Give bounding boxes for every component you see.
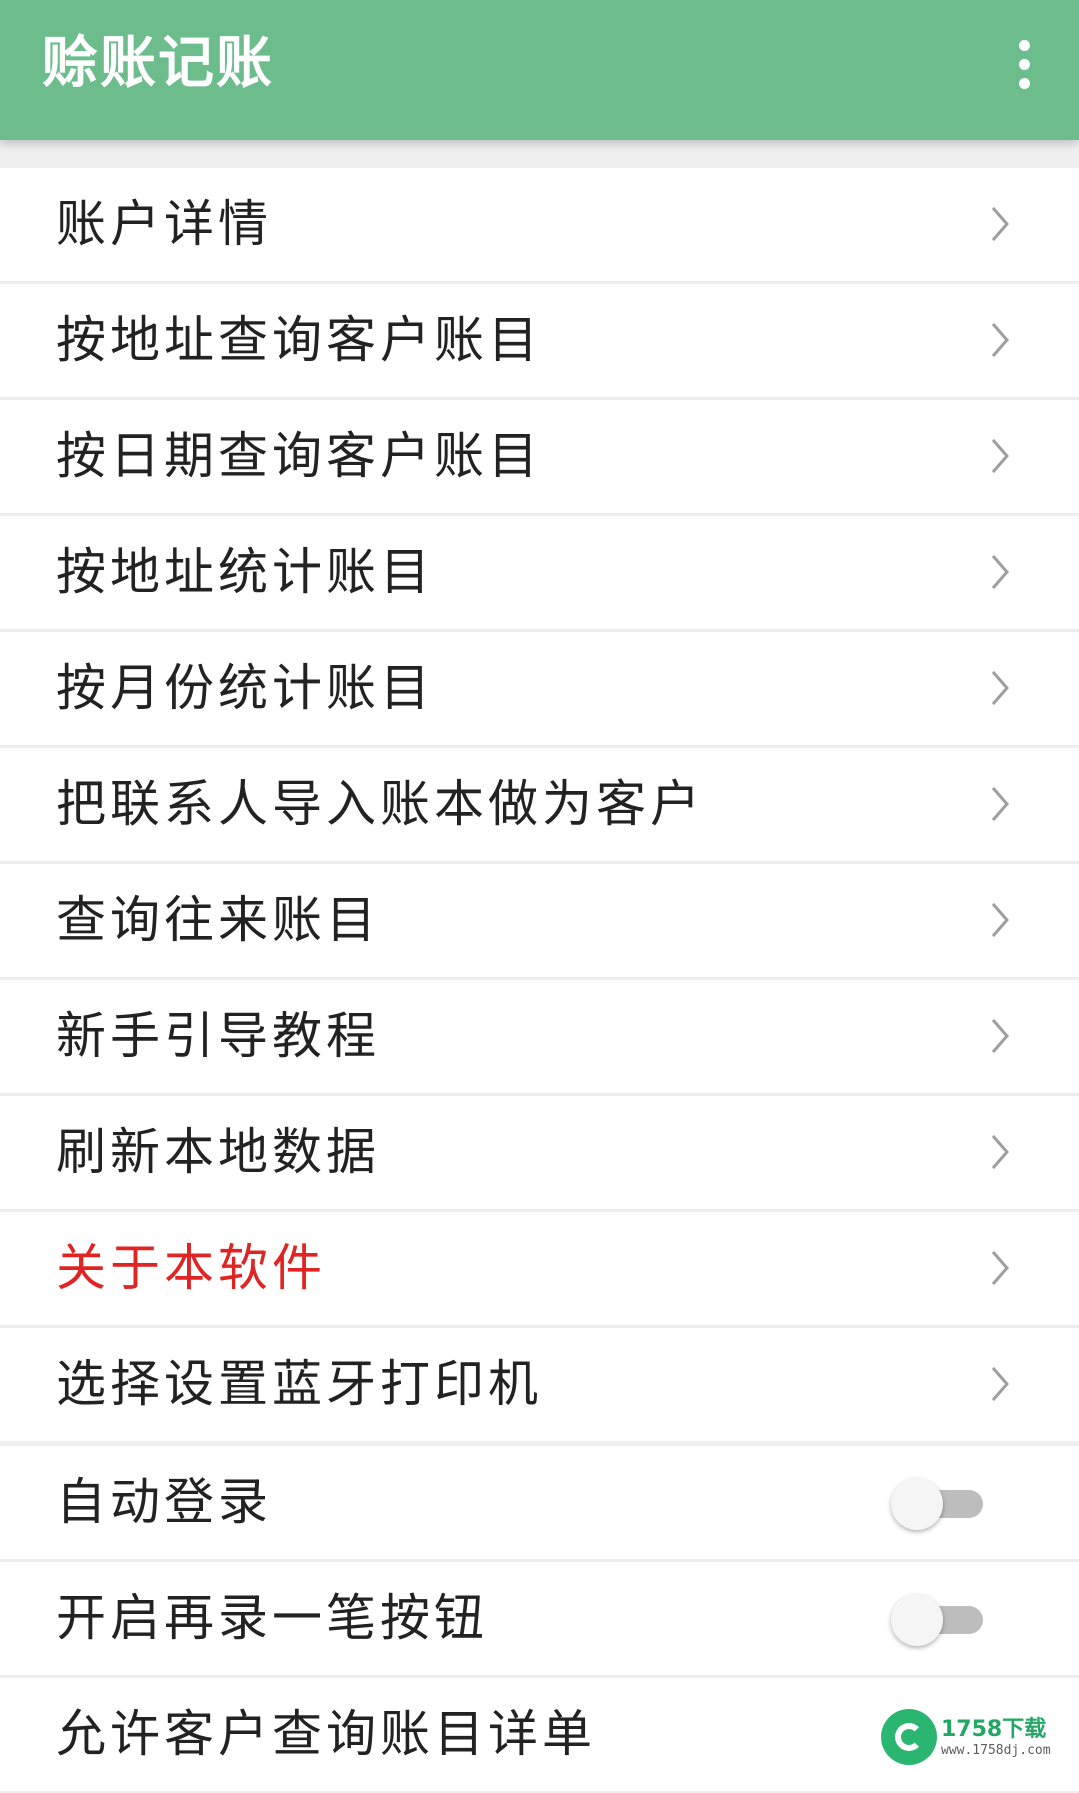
chevron-right-icon — [991, 1135, 1009, 1169]
menu-item-stats-by-address[interactable]: 按地址统计账目 — [0, 516, 1079, 632]
toggle-knob — [891, 1594, 943, 1646]
setting-label: 允许客户查询账目详单 — [56, 1705, 596, 1763]
menu-item-import-contacts[interactable]: 把联系人导入账本做为客户 — [0, 748, 1079, 864]
menu-list: 账户详情 按地址查询客户账目 按日期查询客户账目 按地址统计账目 按月份统计账目… — [0, 168, 1079, 1441]
setting-auto-login: 自动登录 — [0, 1446, 1079, 1562]
menu-item-query-by-date[interactable]: 按日期查询客户账目 — [0, 400, 1079, 516]
record-again-toggle[interactable] — [891, 1594, 987, 1646]
menu-item-refresh-local-data[interactable]: 刷新本地数据 — [0, 1096, 1079, 1212]
menu-item-about[interactable]: 关于本软件 — [0, 1212, 1079, 1328]
toggle-knob — [891, 1478, 943, 1530]
setting-record-again-button: 开启再录一笔按钮 — [0, 1562, 1079, 1678]
menu-item-label: 按地址查询客户账目 — [56, 311, 542, 369]
chevron-right-icon — [991, 1251, 1009, 1285]
app-bar: 赊账记账 — [0, 0, 1079, 140]
watermark-brand: 1758下载 — [941, 1717, 1047, 1742]
auto-login-toggle[interactable] — [891, 1478, 987, 1530]
menu-item-query-transactions[interactable]: 查询往来账目 — [0, 864, 1079, 980]
menu-item-stats-by-month[interactable]: 按月份统计账目 — [0, 632, 1079, 748]
chevron-right-icon — [991, 671, 1009, 705]
menu-item-label: 新手引导教程 — [56, 1007, 380, 1065]
chevron-right-icon — [991, 323, 1009, 357]
setting-label: 开启再录一笔按钮 — [56, 1589, 488, 1647]
menu-item-label: 按月份统计账目 — [56, 659, 434, 717]
chevron-right-icon — [991, 1019, 1009, 1053]
app-title: 赊账记账 — [42, 31, 274, 96]
chevron-right-icon — [991, 1367, 1009, 1401]
menu-item-label: 关于本软件 — [56, 1239, 326, 1297]
more-vert-icon[interactable] — [1009, 40, 1039, 90]
menu-item-label: 选择设置蓝牙打印机 — [56, 1355, 542, 1413]
setting-label: 自动登录 — [56, 1473, 272, 1531]
brand-logo-icon — [881, 1709, 937, 1765]
menu-item-query-by-address[interactable]: 按地址查询客户账目 — [0, 284, 1079, 400]
menu-item-account-details[interactable]: 账户详情 — [0, 168, 1079, 284]
watermark-url: www.1758dj.com — [941, 1743, 1051, 1758]
menu-item-bluetooth-printer[interactable]: 选择设置蓝牙打印机 — [0, 1328, 1079, 1441]
chevron-right-icon — [991, 207, 1009, 241]
menu-item-label: 把联系人导入账本做为客户 — [56, 775, 704, 833]
menu-item-label: 查询往来账目 — [56, 891, 380, 949]
menu-item-beginner-tutorial[interactable]: 新手引导教程 — [0, 980, 1079, 1096]
menu-item-label: 按日期查询客户账目 — [56, 427, 542, 485]
menu-item-label: 账户详情 — [56, 195, 272, 253]
chevron-right-icon — [991, 439, 1009, 473]
menu-item-label: 按地址统计账目 — [56, 543, 434, 601]
chevron-right-icon — [991, 787, 1009, 821]
menu-item-label: 刷新本地数据 — [56, 1123, 380, 1181]
chevron-right-icon — [991, 555, 1009, 589]
chevron-right-icon — [991, 903, 1009, 937]
watermark: 1758下载 www.1758dj.com — [881, 1703, 1071, 1773]
